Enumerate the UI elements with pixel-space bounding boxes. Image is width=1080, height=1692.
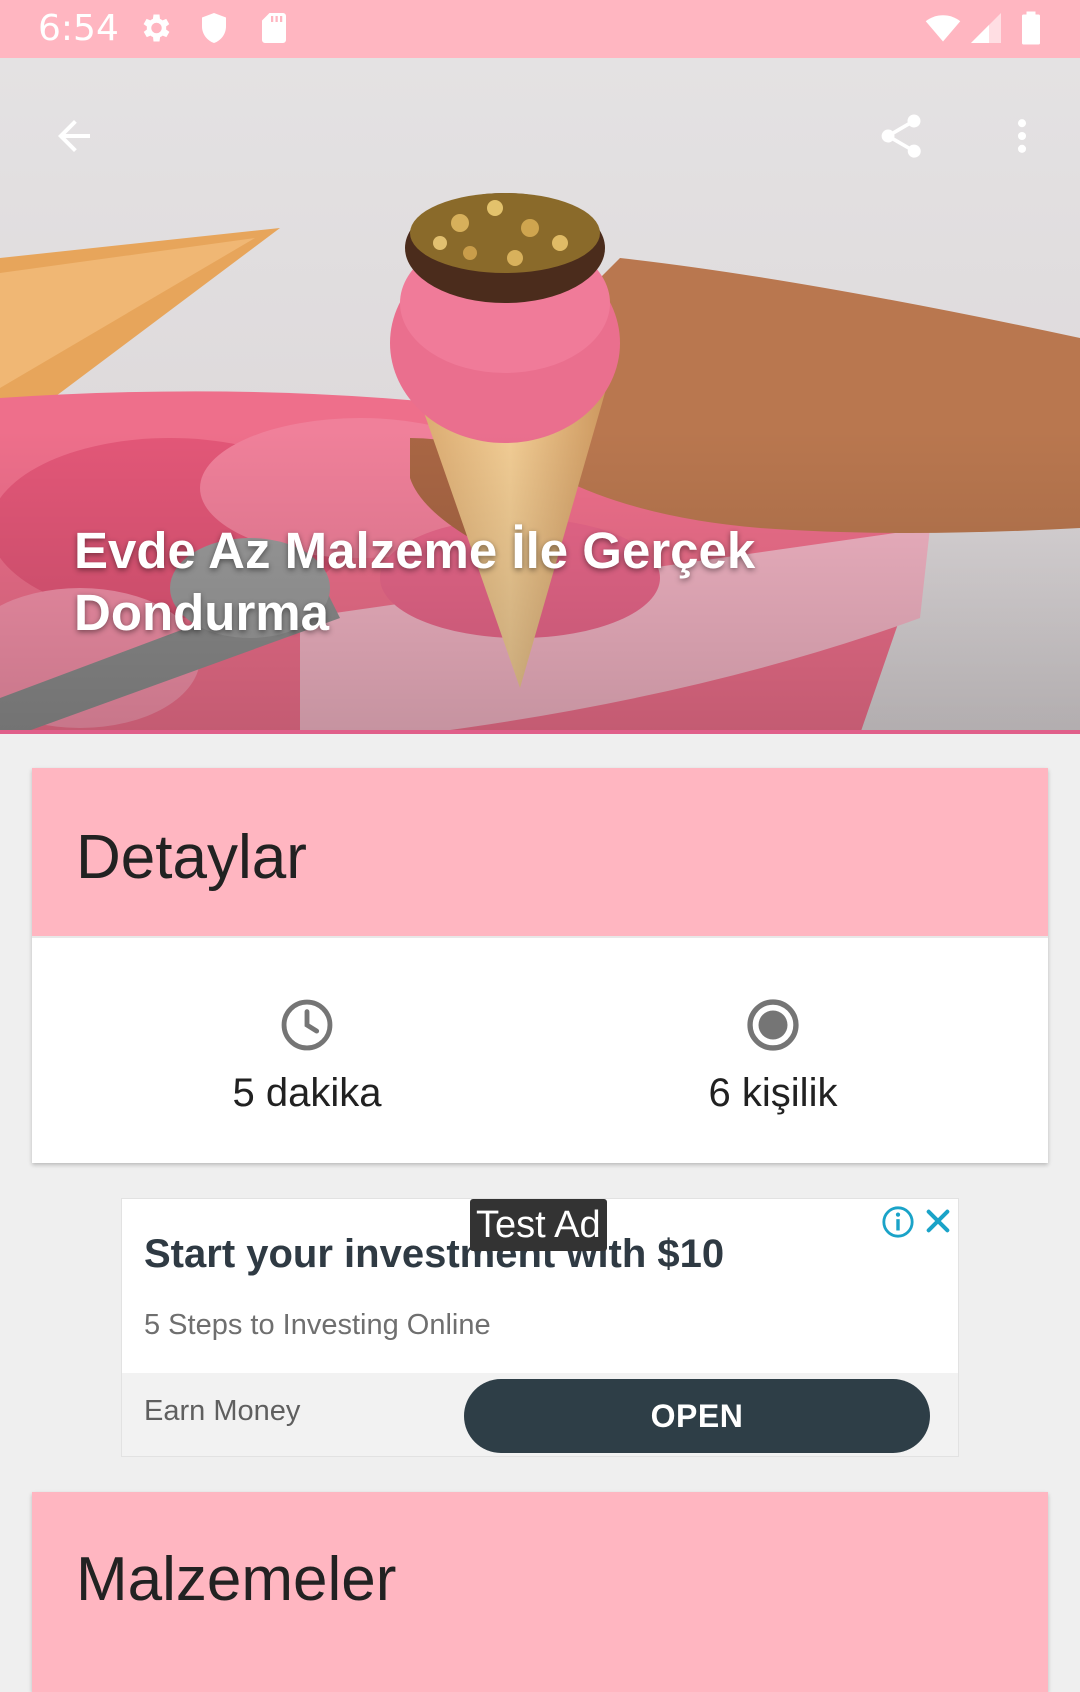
servings-value: 6 kişilik [708,1071,838,1115]
test-ad-badge: Test Ad [470,1199,607,1251]
prep-time: 5 dakika [157,996,457,1118]
hero-divider [0,730,1080,734]
info-icon[interactable] [881,1205,915,1239]
close-icon[interactable] [922,1205,954,1237]
details-header: Detaylar [32,768,1048,938]
ingredients-header: Malzemeler [32,1492,1048,1692]
arrow-left-icon [58,120,90,152]
details-body: 5 dakika 6 kişilik [32,938,1048,1163]
ad-advertiser: Earn Money [144,1395,301,1427]
sd-card-icon [262,13,286,43]
back-button[interactable] [38,100,110,172]
battery-icon [1022,11,1040,45]
servings: 6 kişilik [623,996,923,1118]
shield-icon [202,13,226,43]
share-icon [881,114,921,158]
prep-time-value: 5 dakika [232,1071,382,1115]
gear-icon [143,14,170,42]
ad-headline[interactable]: Start your investment with $10 [144,1229,724,1279]
share-button[interactable] [865,100,937,172]
ad-subtext: 5 Steps to Investing Online [144,1309,491,1341]
more-options-button[interactable] [986,100,1058,172]
wifi-icon [925,15,961,42]
ingredients-card: Malzemeler [32,1492,1048,1692]
test-ad[interactable]: Start your investment with $10 5 Steps t… [121,1198,959,1457]
recipe-hero: Evde Az Malzeme İle Gerçek Dondurma [0,58,1080,734]
status-time: 6:54 [38,8,119,49]
details-title: Detaylar [76,823,307,892]
more-vertical-icon [1017,119,1027,153]
status-bar: 6:54 [0,0,1080,58]
radio-button-icon [747,999,799,1051]
clock-icon [281,999,333,1051]
details-card: Detaylar 5 dakika 6 kişilik [32,768,1048,1163]
ad-open-button[interactable]: OPEN [464,1379,930,1453]
recipe-title: Evde Az Malzeme İle Gerçek Dondurma [74,522,756,641]
ingredients-title: Malzemeler [76,1545,397,1614]
signal-icon [971,13,1001,43]
